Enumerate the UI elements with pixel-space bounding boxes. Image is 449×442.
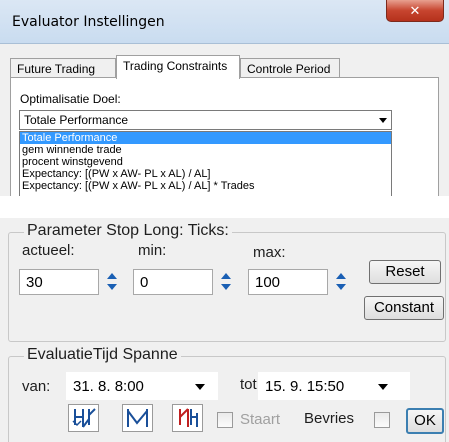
dropdown-option[interactable]: gem winnende trade	[20, 144, 391, 156]
freeze-label: Bevries	[304, 410, 355, 427]
spin-down-icon[interactable]	[336, 284, 346, 290]
stop-group-title: Parameter Stop Long: Ticks:	[24, 222, 232, 240]
pattern-valley-icon	[127, 409, 148, 427]
window-title: Evaluator Instellingen	[12, 14, 165, 30]
chevron-down-icon[interactable]	[195, 384, 205, 390]
close-button[interactable]: ✕	[386, 0, 444, 22]
freeze-checkbox[interactable]	[374, 412, 390, 428]
chart-pattern-button-3[interactable]	[172, 404, 203, 432]
chevron-down-icon[interactable]	[378, 384, 388, 390]
chart-pattern-button-2[interactable]	[122, 404, 153, 432]
close-icon: ✕	[409, 2, 421, 18]
actual-label: actueel:	[22, 242, 75, 259]
optimization-goal-dropdown: Totale Performance gem winnende trade pr…	[19, 131, 392, 196]
max-value-field[interactable]: 100	[248, 269, 328, 295]
dropdown-option[interactable]: Expectancy: [(PW x AW- PL x AL) / AL]	[20, 168, 391, 180]
dropdown-option[interactable]: Expectancy: [(PW x AW- PL x AL) / AL] * …	[20, 180, 391, 192]
spin-up-icon[interactable]	[336, 273, 346, 279]
tab-future-trading[interactable]: Future Trading	[10, 58, 116, 78]
optimization-goal-select[interactable]: Totale Performance	[19, 110, 392, 130]
evaluator-settings-dialog: Evaluator Instellingen ✕ Future Trading …	[0, 0, 449, 196]
pattern-red-blue-icon	[179, 408, 198, 427]
reset-button[interactable]: Reset	[369, 260, 441, 284]
title-bar: Evaluator Instellingen ✕	[0, 0, 449, 44]
evaluator-parameter-panel: Parameter Stop Long: Ticks: actueel: min…	[0, 218, 449, 442]
optimization-goal-label: Optimalisatie Doel:	[20, 92, 121, 106]
time-group-title: EvaluatieTijd Spanne	[24, 346, 181, 364]
spin-down-icon[interactable]	[221, 284, 231, 290]
actual-value-field[interactable]: 30	[19, 269, 99, 295]
ok-button[interactable]: OK	[406, 408, 444, 434]
actual-spinner[interactable]	[104, 269, 120, 295]
constant-button[interactable]: Constant	[364, 296, 444, 320]
chart-pattern-button-1[interactable]	[68, 404, 99, 432]
min-spinner[interactable]	[218, 269, 234, 295]
spin-up-icon[interactable]	[107, 273, 117, 279]
dropdown-option[interactable]: procent winstgevend	[20, 156, 391, 168]
tail-label: Staart	[240, 411, 281, 428]
min-label: min:	[138, 242, 167, 259]
tab-trading-constraints[interactable]: Trading Constraints	[116, 55, 240, 79]
tail-checkbox[interactable]	[217, 412, 233, 428]
from-label: van:	[22, 378, 51, 395]
spin-down-icon[interactable]	[107, 284, 117, 290]
dropdown-option[interactable]: Totale Performance	[20, 132, 391, 144]
pattern-up-down-icon	[72, 408, 96, 428]
chevron-down-icon[interactable]	[379, 118, 387, 123]
max-label: max:	[253, 244, 286, 261]
optimization-goal-value: Totale Performance	[24, 113, 129, 127]
tab-controle-period[interactable]: Controle Period	[240, 58, 340, 78]
from-date-value: 31. 8. 8:00	[73, 378, 144, 395]
max-spinner[interactable]	[333, 269, 349, 295]
spin-up-icon[interactable]	[221, 273, 231, 279]
to-date-value: 15. 9. 15:50	[265, 378, 345, 395]
min-value-field[interactable]: 0	[133, 269, 213, 295]
